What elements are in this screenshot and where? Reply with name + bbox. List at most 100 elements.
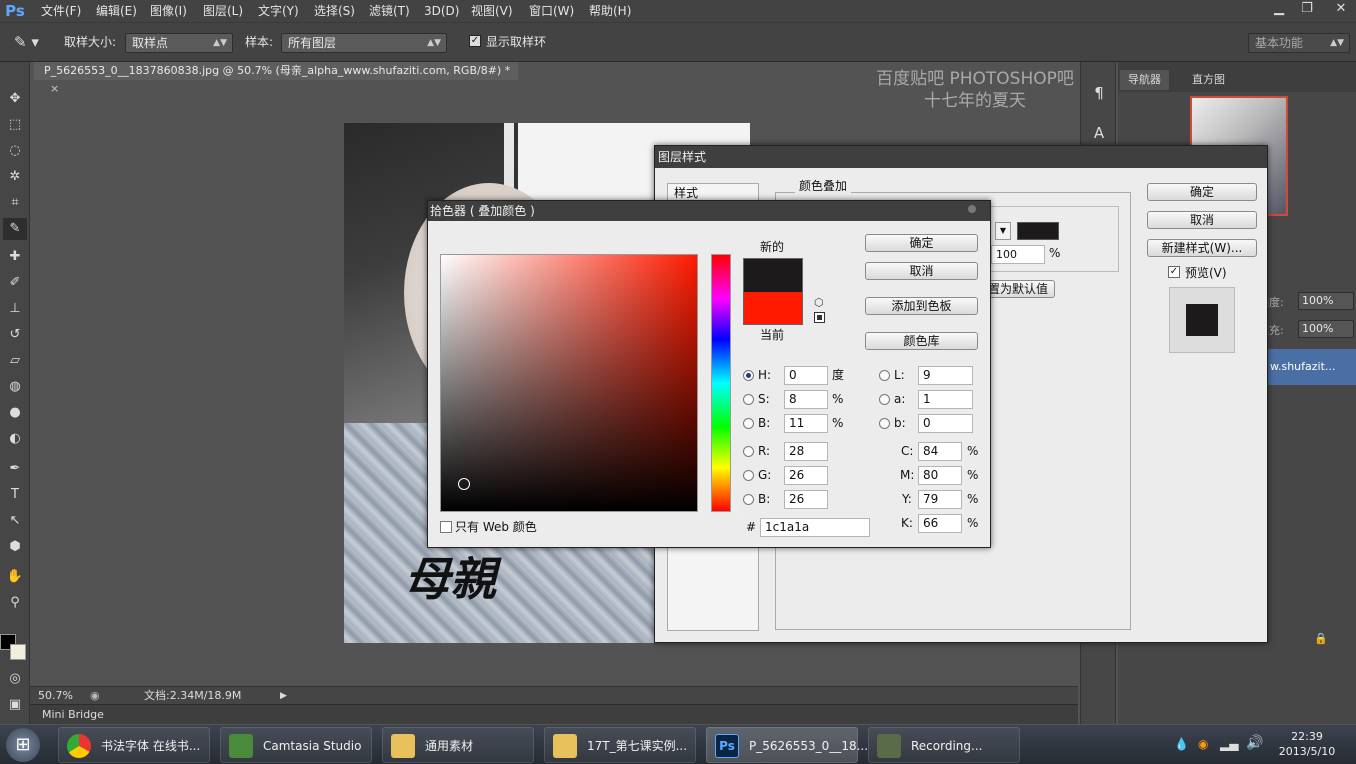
zoom-level[interactable]: 50.7% [38,687,73,705]
background-color-swatch[interactable] [10,644,26,660]
paragraph-icon[interactable]: ¶ [1089,84,1109,104]
taskbar-folder-1[interactable]: 通用素材 [382,727,534,763]
hue-slider-left-arrow-icon[interactable] [698,505,705,513]
new-style-button[interactable]: 新建样式(W)... [1147,239,1257,257]
sample-size-dropdown[interactable]: 取样点 ▲▼ [125,33,233,53]
color-picker-cancel-button[interactable]: 取消 [865,262,978,280]
healing-tool-icon[interactable]: ✚ [3,246,27,268]
menu-type[interactable]: 文字(Y) [258,0,299,22]
b-lab-radio[interactable] [879,418,890,429]
b-hsb-radio[interactable] [743,418,754,429]
b-hsb-field[interactable]: 11 [784,414,828,433]
menu-select[interactable]: 选择(S) [314,0,355,22]
taskbar-camtasia[interactable]: Camtasia Studio ... [220,727,372,763]
out-of-gamut-cube-icon[interactable]: ⬡ [814,296,824,309]
move-tool-icon[interactable]: ✥ [3,88,27,110]
tray-app-icon[interactable]: ◉ [1198,737,1208,751]
status-menu-arrow-icon[interactable]: ▶ [280,687,287,705]
pen-tool-icon[interactable]: ✒ [3,458,27,480]
current-color-swatch[interactable] [743,292,803,325]
stamp-tool-icon[interactable]: ⊥ [3,298,27,320]
hand-tool-icon[interactable]: ✋ [3,566,27,588]
restore-button[interactable]: ❐ [1292,0,1322,18]
magic-wand-tool-icon[interactable]: ✲ [3,166,27,188]
tab-navigator[interactable]: 导航器 [1120,70,1169,90]
fill-field[interactable]: 100% [1298,320,1354,338]
paint-bucket-icon[interactable]: ◍ [3,376,27,398]
type-tool-icon[interactable]: T [3,484,27,506]
taskbar-recording[interactable]: Recording... [868,727,1020,763]
hex-field[interactable]: 1c1a1a [760,518,870,537]
eraser-tool-icon[interactable]: ▱ [3,350,27,372]
character-icon[interactable]: A [1089,124,1109,144]
s-field[interactable]: 8 [784,390,828,409]
tray-drop-icon[interactable]: 💧 [1174,737,1189,751]
document-tab[interactable]: P_5626553_0__1837860838.jpg @ 50.7% (母亲_… [34,62,518,95]
status-icon[interactable]: ◉ [90,687,100,705]
h-radio[interactable] [743,370,754,381]
a-radio[interactable] [879,394,890,405]
sample-dropdown[interactable]: 所有图层 ▲▼ [281,33,447,53]
b-rgb-radio[interactable] [743,494,754,505]
show-ring-checkbox[interactable]: ✓ [469,35,481,47]
shape-tool-icon[interactable]: ⬢ [3,536,27,558]
m-field[interactable]: 80 [918,466,962,485]
layer-row-selected[interactable]: w.shufazit... [1268,349,1356,385]
mini-bridge-bar[interactable]: Mini Bridge [30,704,1078,724]
saturation-brightness-field[interactable] [440,254,698,512]
c-field[interactable]: 84 [918,442,962,461]
g-radio[interactable] [743,470,754,481]
overlay-opacity-field[interactable]: 100 [991,245,1045,264]
r-field[interactable]: 28 [784,442,828,461]
overlay-color-swatch[interactable] [1017,222,1059,240]
dodge-tool-icon[interactable]: ◐ [3,428,27,450]
document-tab-close-icon[interactable]: × [50,82,59,95]
menu-layer[interactable]: 图层(L) [203,0,243,22]
g-field[interactable]: 26 [784,466,828,485]
path-select-icon[interactable]: ↖ [3,510,27,532]
dialog-close-icon[interactable] [968,205,976,213]
taskbar-photoshop[interactable]: Ps P_5626553_0__18... [706,727,868,763]
menu-image[interactable]: 图像(I) [150,0,187,22]
s-radio[interactable] [743,394,754,405]
color-libraries-button[interactable]: 颜色库 [865,332,978,350]
a-field[interactable]: 1 [918,390,973,409]
tray-clock[interactable]: 22:39 2013/5/10 [1276,729,1338,759]
hue-slider[interactable] [711,254,731,512]
opacity-field[interactable]: 100% [1298,292,1354,310]
crop-tool-icon[interactable]: ⌗ [3,192,27,214]
lasso-tool-icon[interactable]: ◌ [3,140,27,162]
blend-chevron-down-icon[interactable]: ▼ [995,222,1011,240]
menu-view[interactable]: 视图(V) [471,0,513,22]
eyedropper-tool-icon[interactable]: ✎ [3,218,27,240]
marquee-tool-icon[interactable]: ⬚ [3,114,27,136]
b-rgb-field[interactable]: 26 [784,490,828,509]
close-button[interactable]: ✕ [1326,0,1356,18]
layer-style-ok-button[interactable]: 确定 [1147,183,1257,201]
web-safe-icon[interactable] [814,312,825,323]
eyedropper-icon[interactable]: ✎ ▾ [14,31,48,53]
y-field[interactable]: 79 [918,490,962,509]
taskbar-folder-2[interactable]: 17T_第七课实例... [544,727,696,763]
history-brush-icon[interactable]: ↺ [3,324,27,346]
volume-icon[interactable]: 🔊 [1246,735,1263,751]
color-picker-ok-button[interactable]: 确定 [865,234,978,252]
network-icon[interactable]: ▂▄ [1220,737,1238,751]
layer-style-cancel-button[interactable]: 取消 [1147,211,1257,229]
quick-mask-icon[interactable]: ◎ [3,668,27,690]
menu-window[interactable]: 窗口(W) [529,0,574,22]
tab-histogram[interactable]: 直方图 [1184,70,1233,90]
brush-tool-icon[interactable]: ✐ [3,272,27,294]
k-field[interactable]: 66 [918,514,962,533]
h-field[interactable]: 0 [784,366,828,385]
menu-edit[interactable]: 编辑(E) [96,0,137,22]
menu-filter[interactable]: 滤镜(T) [369,0,410,22]
hue-slider-right-arrow-icon[interactable] [731,505,738,513]
menu-help[interactable]: 帮助(H) [589,0,631,22]
workspace-dropdown[interactable]: 基本功能 ▲▼ [1248,33,1350,53]
r-radio[interactable] [743,446,754,457]
menu-3d[interactable]: 3D(D) [424,0,459,22]
l-field[interactable]: 9 [918,366,973,385]
add-to-swatches-button[interactable]: 添加到色板 [865,297,978,315]
preview-checkbox[interactable]: ✓ [1168,266,1180,278]
